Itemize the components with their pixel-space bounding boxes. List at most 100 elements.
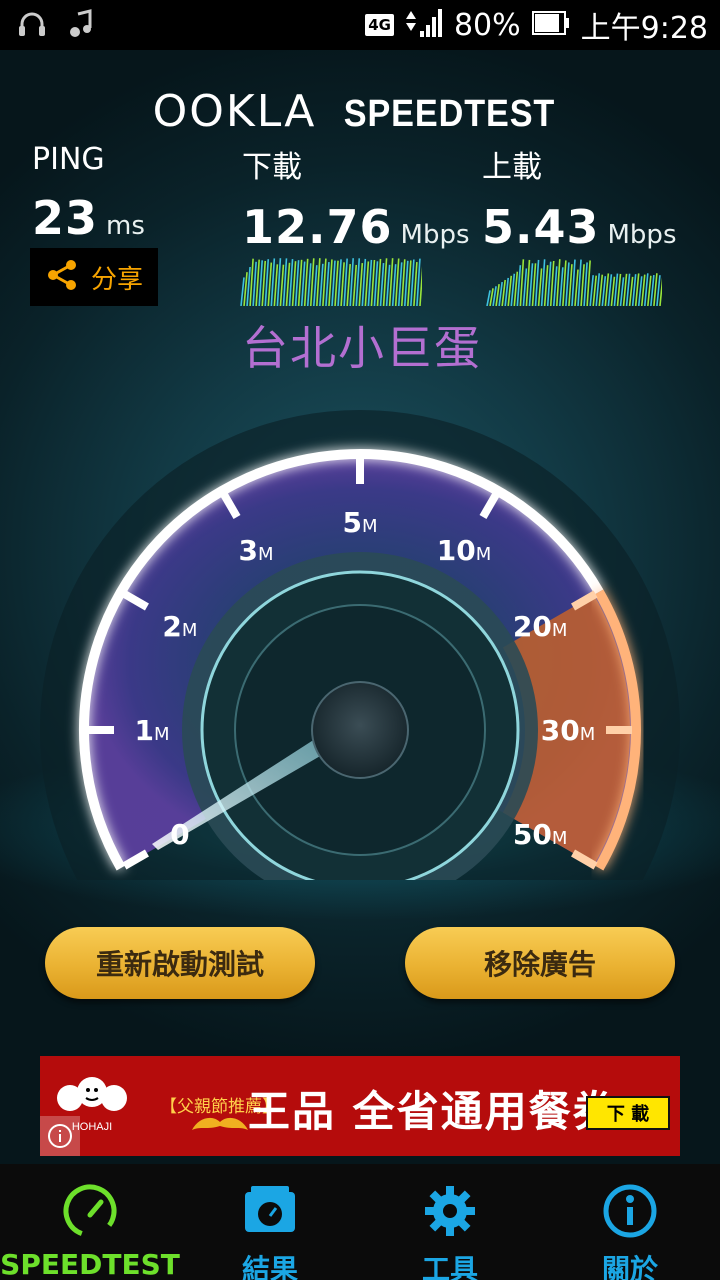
ad-banner[interactable]: HOHAJI 【父親節推薦】 王品 全省通用餐券 下 載 (40, 1056, 680, 1156)
logo-speedtest: SPEEDTEST (344, 93, 556, 135)
sparkline-bar (625, 273, 631, 306)
sparkline-bar (294, 260, 300, 306)
sparkline-bar (619, 277, 625, 306)
sparkline-bar (552, 266, 558, 306)
sparkline-bar (285, 262, 291, 306)
sparkline-bar (647, 275, 652, 306)
sparkline-bar (628, 276, 634, 306)
sparkline-bar (543, 265, 549, 306)
sparkline-bar (258, 260, 263, 306)
sparkline-bar (598, 274, 604, 306)
sparkline-bar (346, 264, 351, 306)
sparkline-bar (586, 260, 591, 306)
bottom-navigation: SPEEDTEST 結果 工具 關於 (0, 1164, 720, 1280)
ad-headline: 王品 全省通用餐券 (248, 1087, 617, 1136)
sparkline-bar (562, 260, 567, 306)
sparkline-bar (325, 262, 330, 306)
network-type-badge: 4G (365, 14, 394, 36)
sparkline-bar (516, 265, 522, 306)
sparkline-bar (555, 259, 561, 306)
sparkline-bar (297, 259, 303, 306)
download-label: 下載 (242, 150, 302, 185)
sparkline-bar (592, 275, 598, 306)
signal-icon (404, 7, 444, 43)
sparkline-bar (379, 262, 385, 306)
info-icon (600, 1182, 660, 1240)
sparkline-bar (616, 273, 622, 306)
headset-icon (14, 6, 50, 42)
battery-icon (531, 8, 571, 42)
status-bar: 4G 80% 上午9:28 (0, 0, 720, 50)
sparkline-bar (522, 268, 528, 306)
battery-percent: 80% (453, 7, 521, 43)
sparkline-bar (537, 268, 543, 306)
sparkline-bar (659, 277, 662, 306)
gauge-tick-label: 0 (170, 818, 189, 851)
sparkline-bar (565, 262, 570, 306)
nav-about[interactable]: 關於 (540, 1164, 720, 1280)
nav-results[interactable]: 結果 (180, 1164, 360, 1280)
sparkline-bar (397, 262, 403, 306)
share-button[interactable]: 分享 (30, 248, 158, 306)
sparkline-bar (525, 259, 531, 306)
sparkline-bar (574, 269, 579, 306)
speed-gauge: 01M2M3M5M10M20M30M50M (40, 410, 680, 880)
nav-results-label: 結果 (241, 1253, 298, 1280)
nav-about-label: 關於 (601, 1253, 658, 1280)
logo-ookla: OOKLA (152, 86, 317, 137)
sparkline-bar (255, 259, 260, 306)
speedtest-screen: OOKLA SPEEDTEST PING 23 ms 下載 12.76 Mbps 上載… (0, 50, 720, 1164)
upload-unit: Mbps (607, 220, 677, 250)
upload-result: 上載 5.43 Mbps (482, 142, 677, 254)
sparkline-bar (358, 263, 364, 306)
sparkline-bar (419, 266, 422, 306)
ping-unit: ms (106, 211, 145, 241)
sparkline-bar (243, 272, 248, 306)
sparkline-bar (249, 258, 254, 306)
sparkline-bar (273, 264, 279, 306)
nav-tools[interactable]: 工具 (360, 1164, 540, 1280)
nav-speedtest-label: SPEEDTEST (0, 1248, 180, 1280)
sparkline-bar (267, 262, 273, 306)
share-label: 分享 (90, 264, 143, 295)
sparkline-bar (364, 261, 370, 306)
ad-download-button[interactable]: 下 載 (586, 1096, 670, 1130)
sparkline-bar (407, 260, 412, 306)
sparkline-bar (334, 260, 339, 306)
download-result: 下載 12.76 Mbps (242, 142, 470, 254)
sparkline-bar (337, 259, 342, 306)
sparkline-bar (313, 265, 318, 306)
sparkline-bar (568, 264, 573, 306)
sparkline-bar (601, 276, 607, 306)
sparkline-bar (306, 263, 312, 306)
sparkline-bar (559, 267, 564, 306)
remove-ads-button[interactable]: 移除廣告 (405, 927, 675, 999)
sparkline-bar (367, 259, 373, 306)
sparkline-bar (264, 259, 270, 306)
clock: 上午9:28 (580, 11, 708, 46)
sparkline-bar (486, 290, 491, 306)
sparkline-bar (549, 260, 555, 306)
sparkline-bar (300, 261, 306, 306)
sparkline-bar (261, 260, 267, 306)
ad-info-icon[interactable] (40, 1116, 80, 1156)
gauge-hub (311, 681, 409, 779)
sparkline-bar (404, 260, 409, 306)
sparkline-bar (643, 273, 649, 306)
nav-speedtest[interactable]: SPEEDTEST (0, 1164, 180, 1280)
upload-label: 上載 (482, 150, 542, 185)
music-note-icon (64, 6, 100, 42)
sparkline-bar (528, 263, 534, 306)
sparkline-bar (252, 261, 257, 306)
sparkline-bar (650, 274, 655, 306)
mustache-icon (190, 1116, 250, 1140)
retest-button[interactable]: 重新啟動測試 (45, 927, 315, 999)
sparkline-bar (385, 264, 391, 306)
sparkline-bar (607, 274, 613, 306)
sparkline-bar (240, 277, 245, 306)
sparkline-bar (352, 264, 358, 306)
sparkline-bar (319, 263, 324, 306)
download-sparkline (240, 258, 422, 306)
sparkline-bar (291, 261, 297, 306)
sparkline-bar (340, 262, 345, 306)
